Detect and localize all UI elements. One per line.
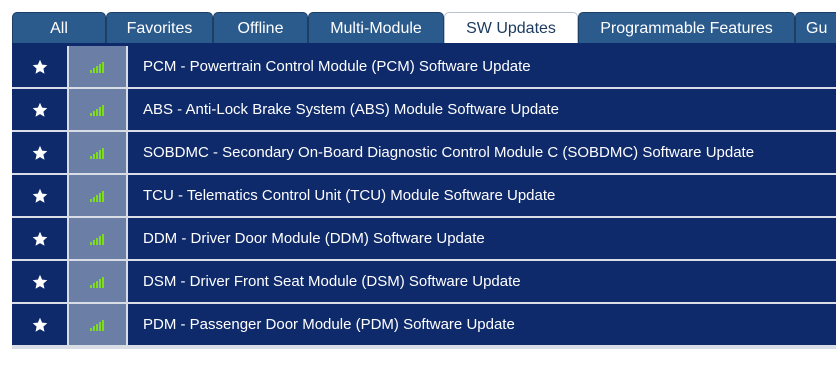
signal-cell [69, 46, 126, 87]
list-item-label: PCM - Powertrain Control Module (PCM) So… [128, 46, 836, 87]
list-item[interactable]: DSM - Driver Front Seat Module (DSM) Sof… [12, 261, 836, 302]
signal-bars-icon [90, 147, 105, 159]
list-item-label: DDM - Driver Door Module (DDM) Software … [128, 218, 836, 259]
star-icon[interactable] [32, 145, 48, 161]
signal-cell [69, 261, 126, 302]
star-icon[interactable] [32, 274, 48, 290]
star-icon[interactable] [32, 231, 48, 247]
signal-bars-icon [90, 319, 105, 331]
list-item-label: TCU - Telematics Control Unit (TCU) Modu… [128, 175, 836, 216]
list-item[interactable]: SOBDMC - Secondary On-Board Diagnostic C… [12, 132, 836, 173]
signal-cell [69, 175, 126, 216]
tab-guided[interactable]: Gu [795, 12, 836, 44]
star-icon[interactable] [32, 59, 48, 75]
tab-offline[interactable]: Offline [213, 12, 308, 44]
signal-bars-icon [90, 104, 105, 116]
star-icon[interactable] [32, 188, 48, 204]
star-icon[interactable] [32, 102, 48, 118]
tab-sw-updates[interactable]: SW Updates [444, 12, 578, 44]
favorite-cell[interactable] [12, 218, 67, 259]
list-item[interactable]: PCM - Powertrain Control Module (PCM) So… [12, 46, 836, 87]
tab-multi-module[interactable]: Multi-Module [308, 12, 444, 44]
star-icon[interactable] [32, 317, 48, 333]
list-item-label: PDM - Passenger Door Module (PDM) Softwa… [128, 304, 836, 345]
favorite-cell[interactable] [12, 261, 67, 302]
list-item[interactable]: ABS - Anti-Lock Brake System (ABS) Modul… [12, 89, 836, 130]
favorite-cell[interactable] [12, 304, 67, 345]
signal-cell [69, 89, 126, 130]
favorite-cell[interactable] [12, 132, 67, 173]
list-item[interactable]: DDM - Driver Door Module (DDM) Software … [12, 218, 836, 259]
favorite-cell[interactable] [12, 46, 67, 87]
tab-bar: All Favorites Offline Multi-Module SW Up… [12, 12, 836, 44]
sw-update-list: PCM - Powertrain Control Module (PCM) So… [12, 46, 836, 349]
signal-bars-icon [90, 61, 105, 73]
signal-cell [69, 132, 126, 173]
tab-favorites[interactable]: Favorites [106, 12, 213, 44]
signal-bars-icon [90, 190, 105, 202]
list-item[interactable]: PDM - Passenger Door Module (PDM) Softwa… [12, 304, 836, 345]
list-item-label: SOBDMC - Secondary On-Board Diagnostic C… [128, 132, 836, 173]
tab-all[interactable]: All [12, 12, 106, 44]
favorite-cell[interactable] [12, 89, 67, 130]
favorite-cell[interactable] [12, 175, 67, 216]
signal-cell [69, 304, 126, 345]
signal-cell [69, 218, 126, 259]
list-item-label: ABS - Anti-Lock Brake System (ABS) Modul… [128, 89, 836, 130]
signal-bars-icon [90, 276, 105, 288]
list-item[interactable]: TCU - Telematics Control Unit (TCU) Modu… [12, 175, 836, 216]
list-item-label: DSM - Driver Front Seat Module (DSM) Sof… [128, 261, 836, 302]
tab-programmable-features[interactable]: Programmable Features [578, 12, 795, 44]
signal-bars-icon [90, 233, 105, 245]
